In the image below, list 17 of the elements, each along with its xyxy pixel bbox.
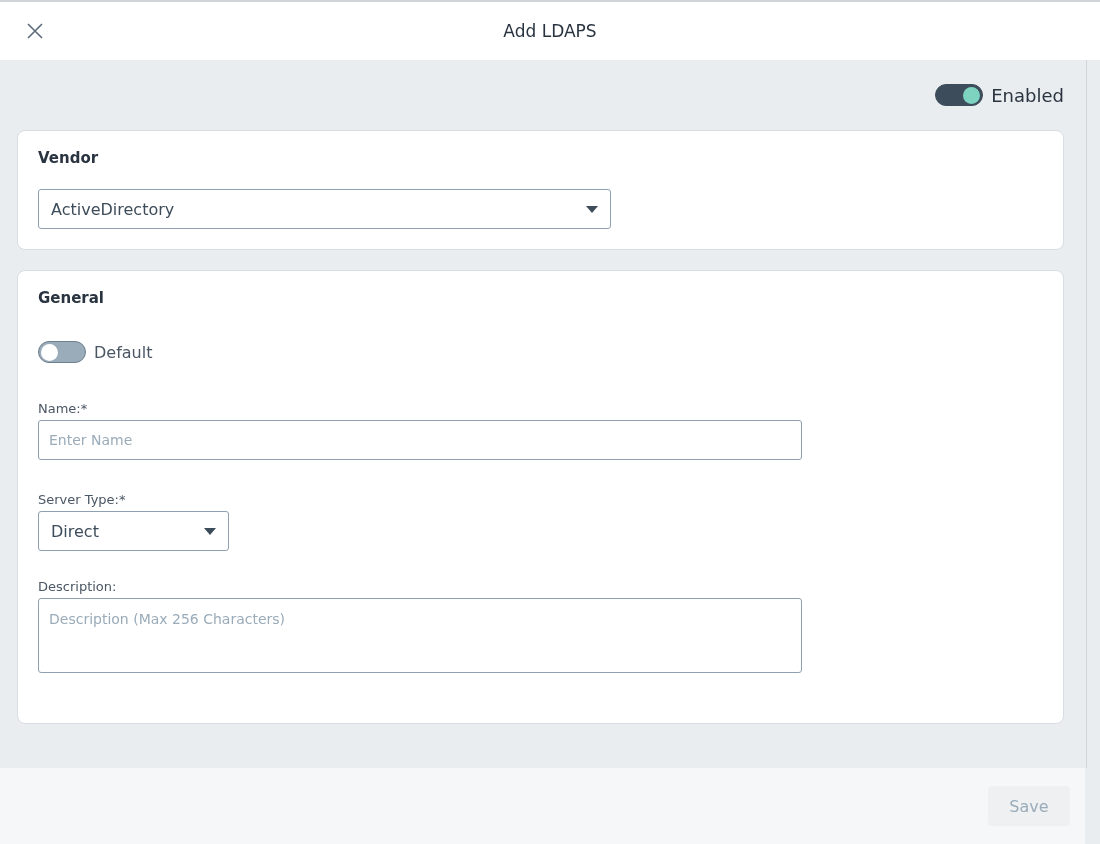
- server-type-dropdown[interactable]: Direct: [38, 511, 229, 551]
- dialog-title: Add LDAPS: [503, 21, 597, 41]
- field-label: Name:*: [38, 401, 89, 416]
- field-label: Description:: [38, 579, 118, 594]
- card-title: Vendor: [38, 149, 100, 167]
- vendor-dropdown[interactable]: ActiveDirectory: [38, 189, 611, 229]
- enabled-label: Enabled: [991, 84, 1064, 106]
- caret-icon: [586, 205, 598, 213]
- caret-icon: [204, 527, 216, 535]
- card-title: General: [38, 289, 105, 307]
- field-label: Server Type:*: [38, 492, 127, 507]
- close-icon[interactable]: [27, 23, 43, 39]
- default-label: Default: [94, 342, 153, 362]
- default-toggle[interactable]: [38, 341, 86, 363]
- description-textarea[interactable]: Description (Max 256 Characters): [38, 598, 802, 673]
- enabled-toggle[interactable]: [935, 84, 984, 106]
- name-input[interactable]: Enter Name: [38, 420, 802, 460]
